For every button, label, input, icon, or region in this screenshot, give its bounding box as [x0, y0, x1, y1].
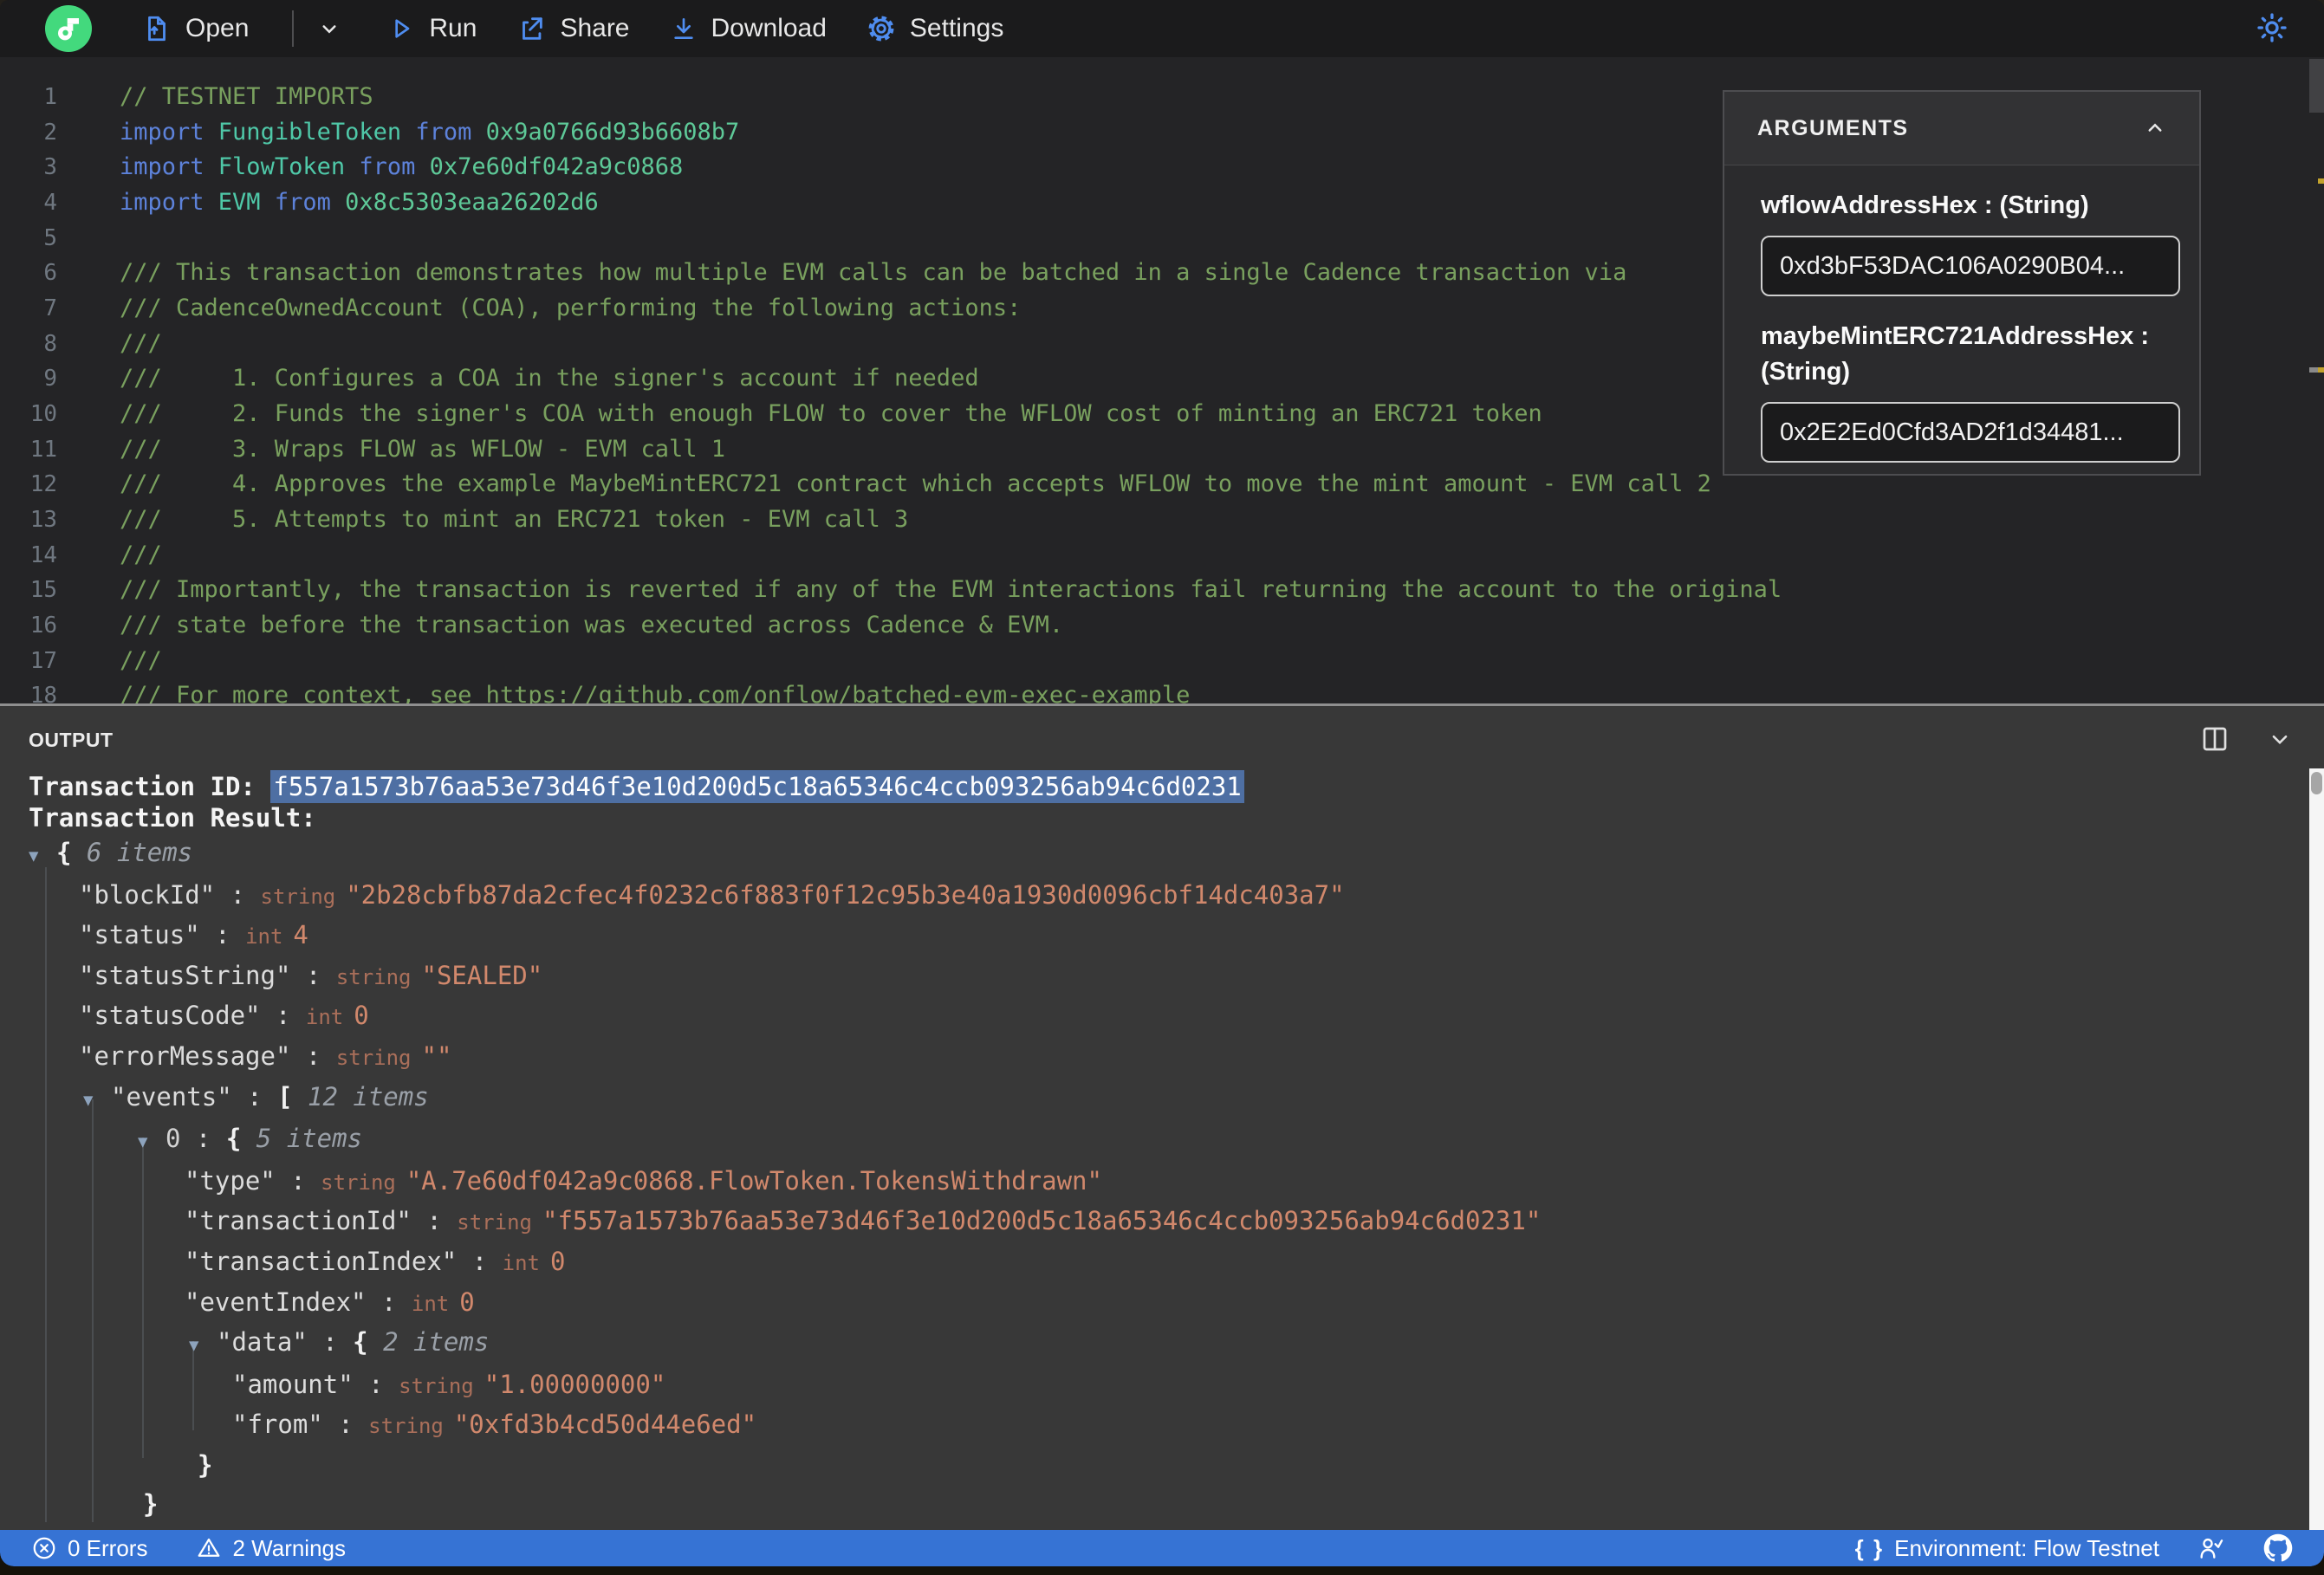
environment-label: Environment: Flow Testnet: [1894, 1534, 2159, 1561]
errors-status[interactable]: 0 Errors: [31, 1535, 147, 1562]
argument-label: maybeMintERC721AddressHex : (String): [1761, 322, 2150, 386]
collapse-arrow-icon[interactable]: ▼: [189, 1326, 217, 1365]
argument-input-wflow[interactable]: 0xd3bF53DAC106A0290B04...: [1761, 236, 2180, 296]
chevron-down-icon: [322, 25, 336, 34]
code-line: 16/// state before the transaction was e…: [29, 611, 1064, 638]
output-row: ▼ "data" : { 2 items: [29, 1323, 2303, 1365]
transaction-id-line: Transaction ID: f557a1573b76aa53e73d46f3…: [29, 770, 2303, 803]
theme-toggle-button[interactable]: [2255, 10, 2289, 49]
code-line: 14///: [29, 541, 162, 568]
toolbar: Open Run Share Download Settings: [0, 0, 2324, 57]
arguments-panel: ARGUMENTS wflowAddressHex : (String) 0xd…: [1723, 90, 2201, 476]
output-row: "from" : string "0xfd3b4cd50d44e6ed": [232, 1410, 757, 1440]
app-window: Open Run Share Download Settings 1 // TE…: [0, 0, 2324, 1566]
output-row: "type" : string "A.7e60df042a9c0868.FlowT…: [185, 1165, 1102, 1196]
errors-count: 0 Errors: [68, 1534, 148, 1561]
flow-logo-icon: [45, 5, 92, 52]
collapse-arrow-icon[interactable]: ▼: [138, 1123, 166, 1162]
output-content: Transaction ID: f557a1573b76aa53e73d46f3…: [29, 706, 2303, 1530]
output-row: "status" : int 4: [79, 920, 308, 950]
output-row: }: [143, 1488, 159, 1519]
error-circle-icon: [33, 1537, 55, 1559]
warnings-status[interactable]: 2 Warnings: [196, 1535, 346, 1562]
output-row: "transactionIndex" : int 0: [185, 1246, 566, 1276]
code-line: 17///: [29, 646, 162, 674]
toolbar-divider: [292, 10, 295, 47]
code-line: 18/// For more context, see https://gith…: [29, 682, 1191, 703]
chevron-up-icon[interactable]: [2142, 115, 2168, 141]
output-scrollbar-thumb[interactable]: [2311, 772, 2322, 794]
open-file-icon: [148, 16, 166, 42]
arguments-title: ARGUMENTS: [1757, 115, 1909, 140]
status-bar: 0 Errors 2 Warnings { } Environment: Flo…: [0, 1530, 2324, 1566]
download-button-label: Download: [711, 14, 827, 42]
environment-status[interactable]: { } Environment: Flow Testnet: [1855, 1535, 2159, 1562]
output-row: "blockId" : string "2b28cbfb87da2cfec4f02…: [79, 879, 1345, 910]
arguments-panel-header[interactable]: ARGUMENTS: [1724, 92, 2199, 165]
output-row: "errorMessage" : string "": [79, 1040, 452, 1071]
output-row: ▼ "events" : [ 12 items: [29, 1078, 2303, 1120]
code-line: 15/// Importantly, the transaction is re…: [29, 576, 1782, 604]
arguments-body: wflowAddressHex : (String) 0xd3bF53DAC10…: [1724, 165, 2199, 463]
collapse-arrow-icon[interactable]: ▼: [83, 1081, 111, 1120]
collapse-arrow-icon[interactable]: ▼: [29, 837, 56, 876]
run-button[interactable]: Run: [387, 14, 477, 43]
warning-triangle-icon: [198, 1538, 220, 1557]
share-icon: [523, 17, 543, 40]
output-row: "amount" : string "1.00000000": [232, 1369, 666, 1399]
settings-button[interactable]: Settings: [867, 14, 1003, 43]
gear-icon: [868, 16, 894, 42]
open-button-label: Open: [185, 14, 250, 42]
share-button-label: Share: [560, 14, 630, 42]
warnings-count: 2 Warnings: [232, 1534, 347, 1561]
warning-marker: [2318, 367, 2324, 373]
share-button[interactable]: Share: [516, 14, 630, 43]
output-row: ▼{ 6 items: [29, 833, 2303, 876]
settings-button-label: Settings: [909, 14, 1004, 42]
warning-marker: [2318, 178, 2324, 184]
output-scrollbar-track[interactable]: [2309, 768, 2324, 1530]
argument-label: wflowAddressHex : (String): [1761, 191, 2089, 219]
open-button[interactable]: Open: [142, 14, 249, 43]
code-line: 13/// 5. Attempts to mint an ERC721 toke…: [29, 505, 909, 533]
output-row: "statusCode" : int 0: [79, 1001, 369, 1031]
editor-scrollbar-thumb[interactable]: [2309, 59, 2324, 113]
feedback-person-icon[interactable]: [2197, 1534, 2225, 1562]
output-row: ▼1 : { 5 items: [29, 1523, 2303, 1530]
braces-icon: { }: [1854, 1534, 1885, 1561]
flow-logo-glyph: [58, 18, 79, 41]
run-button-label: Run: [429, 14, 477, 42]
output-row: "statusString" : string "SEALED": [79, 960, 543, 990]
status-bar-right: { } Environment: Flow Testnet: [1855, 1533, 2293, 1563]
github-icon[interactable]: [2263, 1533, 2293, 1563]
sun-icon: [2257, 13, 2287, 42]
scroll-marker: [2309, 367, 2318, 373]
output-row: }: [198, 1449, 213, 1480]
output-panel: OUTPUT Transaction ID: f557a1573b76aa53e…: [0, 703, 2324, 1530]
argument-input-maybemint[interactable]: 0x2E2Ed0Cfd3AD2f1d34481...: [1761, 402, 2180, 463]
output-row: "transactionId" : string "f557a1573b76aa5…: [185, 1206, 1542, 1236]
output-row: ▼ 0 : { 5 items: [29, 1119, 2303, 1162]
download-button[interactable]: Download: [670, 14, 827, 43]
transaction-result-label: Transaction Result:: [29, 802, 316, 833]
output-row: "eventIndex" : int 0: [185, 1287, 475, 1317]
download-icon: [673, 18, 693, 39]
run-play-icon: [395, 19, 410, 38]
open-dropdown-button[interactable]: [316, 16, 342, 42]
